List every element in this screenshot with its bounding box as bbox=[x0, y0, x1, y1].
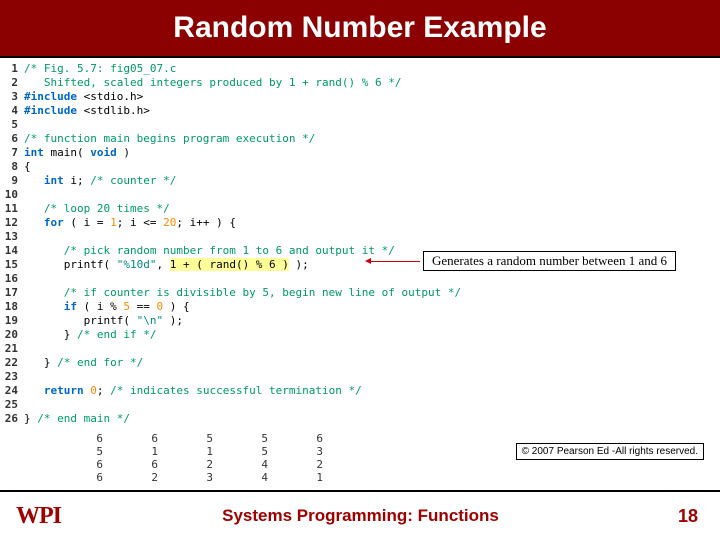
line-number: 11 bbox=[2, 202, 24, 216]
copyright-notice: © 2007 Pearson Ed -All rights reserved. bbox=[516, 443, 704, 460]
code: } /* end main */ bbox=[24, 412, 718, 426]
line-number: 12 bbox=[2, 216, 24, 230]
code: { bbox=[24, 160, 718, 174]
code bbox=[24, 398, 718, 412]
code: /* function main begins program executio… bbox=[24, 132, 718, 146]
wpi-logo: WPI bbox=[16, 503, 61, 530]
line-number: 1 bbox=[2, 62, 24, 76]
line-number: 4 bbox=[2, 104, 24, 118]
slide-title: Random Number Example bbox=[0, 0, 720, 58]
arrow-icon bbox=[370, 261, 420, 262]
line-number: 24 bbox=[2, 384, 24, 398]
code: } /* end for */ bbox=[24, 356, 718, 370]
code: Shifted, scaled integers produced by 1 +… bbox=[24, 76, 718, 90]
code bbox=[24, 370, 718, 384]
line-number: 18 bbox=[2, 300, 24, 314]
code bbox=[24, 272, 718, 286]
line-number: 9 bbox=[2, 174, 24, 188]
code bbox=[24, 342, 718, 356]
annotation-callout: Generates a random number between 1 and … bbox=[370, 251, 676, 271]
line-number: 8 bbox=[2, 160, 24, 174]
line-number: 19 bbox=[2, 314, 24, 328]
code bbox=[24, 230, 718, 244]
line-number: 20 bbox=[2, 328, 24, 342]
line-number: 23 bbox=[2, 370, 24, 384]
code: int main( void ) bbox=[24, 146, 718, 160]
code: for ( i = 1; i <= 20; i++ ) { bbox=[24, 216, 718, 230]
line-number: 3 bbox=[2, 90, 24, 104]
line-number: 22 bbox=[2, 356, 24, 370]
line-number: 6 bbox=[2, 132, 24, 146]
line-number: 10 bbox=[2, 188, 24, 202]
page-number: 18 bbox=[660, 506, 720, 527]
code: if ( i % 5 == 0 ) { bbox=[24, 300, 718, 314]
line-number: 16 bbox=[2, 272, 24, 286]
line-number: 25 bbox=[2, 398, 24, 412]
line-number: 13 bbox=[2, 230, 24, 244]
slide-footer: WPI Systems Programming: Functions 18 bbox=[0, 490, 720, 540]
code: } /* end if */ bbox=[24, 328, 718, 342]
line-number: 14 bbox=[2, 244, 24, 258]
code: #include <stdlib.h> bbox=[24, 104, 718, 118]
code-listing: 1/* Fig. 5.7: fig05_07.c 2 Shifted, scal… bbox=[0, 58, 720, 426]
line-number: 7 bbox=[2, 146, 24, 160]
annotation-text: Generates a random number between 1 and … bbox=[423, 251, 676, 271]
code: /* loop 20 times */ bbox=[24, 202, 718, 216]
line-number: 2 bbox=[2, 76, 24, 90]
line-number: 15 bbox=[2, 258, 24, 272]
code: /* Fig. 5.7: fig05_07.c bbox=[24, 62, 718, 76]
line-number: 17 bbox=[2, 286, 24, 300]
line-number: 5 bbox=[2, 118, 24, 132]
line-number: 21 bbox=[2, 342, 24, 356]
code bbox=[24, 188, 718, 202]
code: return 0; /* indicates successful termin… bbox=[24, 384, 718, 398]
code: int i; /* counter */ bbox=[24, 174, 718, 188]
line-number: 26 bbox=[2, 412, 24, 426]
footer-title: Systems Programming: Functions bbox=[61, 506, 660, 526]
code: /* if counter is divisible by 5, begin n… bbox=[24, 286, 718, 300]
code: printf( "\n" ); bbox=[24, 314, 718, 328]
code bbox=[24, 118, 718, 132]
code: #include <stdio.h> bbox=[24, 90, 718, 104]
